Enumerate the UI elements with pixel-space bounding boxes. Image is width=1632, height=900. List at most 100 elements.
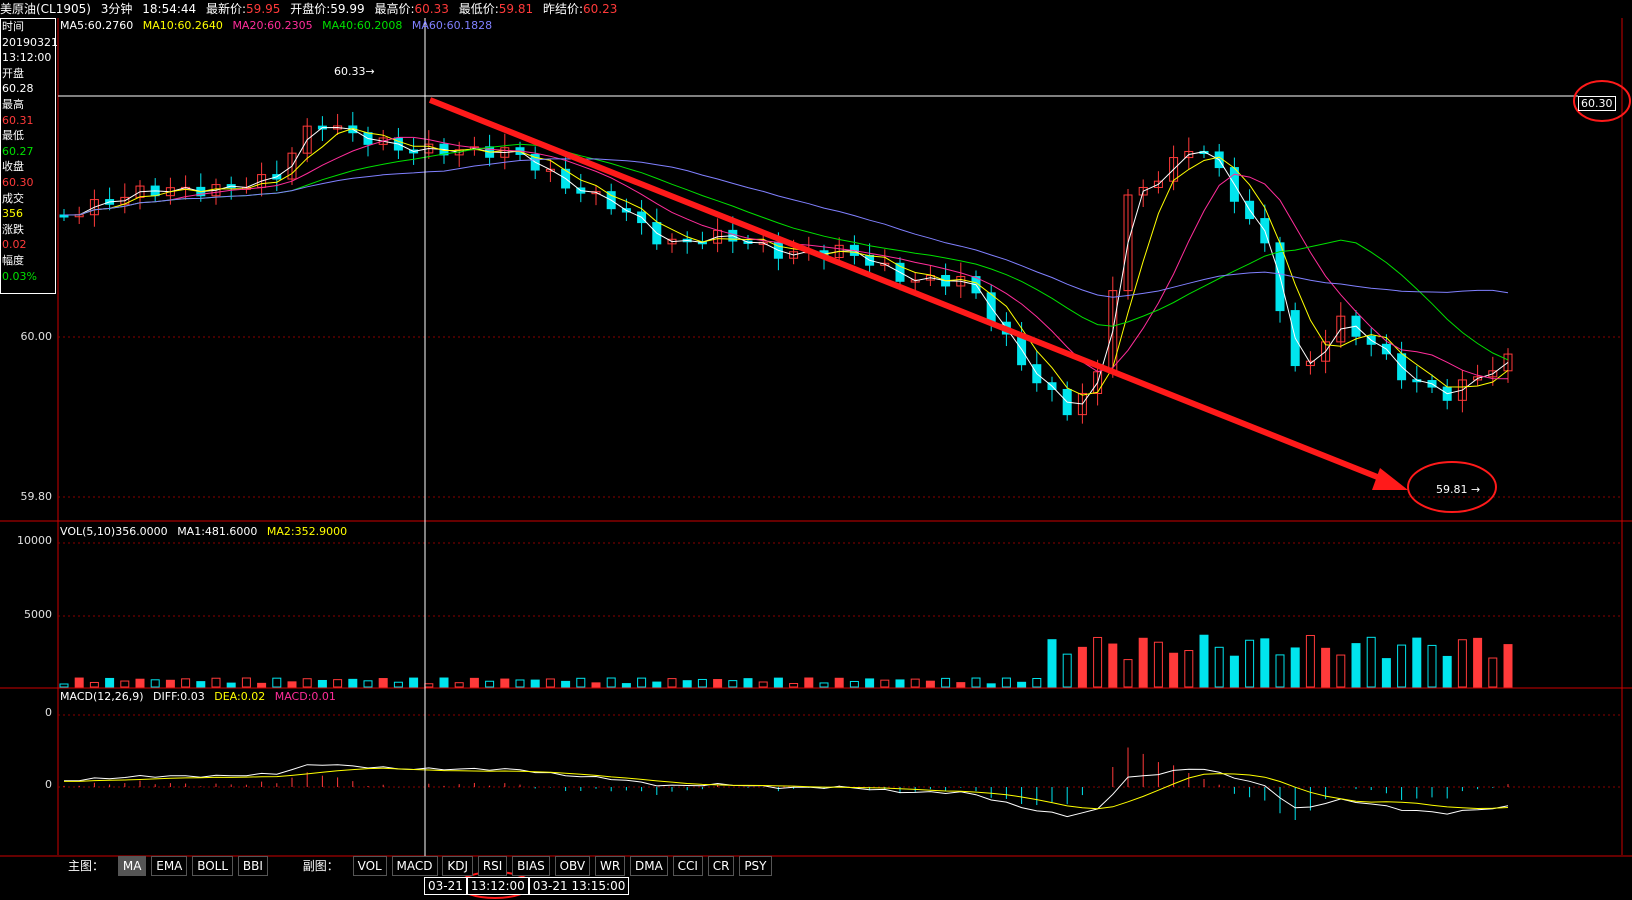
tab-psy[interactable]: PSY [739, 856, 772, 876]
chart-gridlines [58, 336, 1622, 788]
ma40-value: MA40:60.2008 [322, 19, 403, 32]
price-axis-label-59-8: 59.80 [20, 490, 53, 503]
volume-bar [454, 682, 464, 688]
volume-bar [1032, 678, 1042, 688]
volume-bar [1229, 655, 1239, 688]
volume-bar [105, 677, 115, 688]
info-volume: 356 [2, 207, 23, 221]
volume-bar [257, 682, 267, 688]
volume-legend: VOL(5,10)356.0000 MA1:481.6000 MA2:352.9… [60, 525, 353, 538]
tab-dma[interactable]: DMA [630, 856, 668, 876]
volume-bar [211, 677, 221, 688]
volume-bar [697, 678, 707, 688]
ma-legend: MA5:60.2760 MA10:60.2640 MA20:60.2305 MA… [60, 19, 498, 33]
tab-bias[interactable]: BIAS [512, 856, 550, 876]
volume-bar [910, 678, 920, 688]
volume-bar [317, 679, 327, 688]
ma60-value: MA60:60.1828 [411, 19, 493, 32]
ma10-value: MA10:60.2640 [142, 19, 223, 32]
cursor-time: 13:12:00 [466, 877, 529, 895]
volume-bar [1001, 677, 1011, 688]
volume-bar [439, 677, 449, 688]
info-open: 60.28 [2, 82, 34, 96]
tab-cr[interactable]: CR [707, 856, 735, 876]
volume-bar [1457, 639, 1467, 688]
right-arrow-icon: → [365, 65, 375, 78]
volume-bar [241, 677, 251, 688]
volume-bar [302, 678, 312, 688]
volume-bar [1077, 646, 1087, 688]
volume-bar [226, 682, 236, 688]
high-marker-value: 60.33 [334, 65, 366, 78]
dea-line [64, 767, 1509, 810]
volume-bar [1275, 654, 1285, 688]
volume-bar [637, 677, 647, 688]
volume-bar [1108, 643, 1118, 688]
macd-axis-top: 0 [45, 706, 52, 719]
volume-bar [1488, 657, 1498, 688]
volume-bar [1427, 644, 1437, 688]
volume-bars [59, 634, 1513, 688]
tab-ma[interactable]: MA [117, 856, 147, 876]
tab-cci[interactable]: CCI [672, 856, 703, 876]
volume-bar [1473, 637, 1483, 688]
volume-bar [713, 679, 723, 688]
tab-kdj[interactable]: KDJ [442, 856, 474, 876]
volume-bar [849, 680, 859, 688]
volume-bar [789, 683, 799, 688]
volume-bar [196, 681, 206, 688]
volume-bar [1351, 643, 1361, 688]
low-marker: 59.81 → [1436, 483, 1480, 496]
volume-bar [1214, 646, 1224, 688]
volume-bar [1381, 658, 1391, 688]
info-volume-label: 成交 [2, 191, 24, 205]
volume-bar [1138, 637, 1148, 688]
ma5-value: MA5:60.2760 [60, 19, 134, 32]
crosshair-price-label: 60.30 [1578, 96, 1616, 111]
volume-bar [59, 683, 69, 688]
volume-bar [1093, 636, 1103, 688]
volume-bar [1199, 634, 1209, 688]
volume-bar [1153, 641, 1163, 688]
volume-bar [621, 683, 631, 688]
time-cursor-bar: 03-21 13:12:00 03-21 13:15:00 [424, 877, 630, 895]
volume-bar [165, 679, 175, 688]
tab-macd[interactable]: MACD [391, 856, 438, 876]
right-arrow-icon: → [1471, 483, 1481, 496]
info-close-label: 收盘 [2, 160, 24, 174]
volume-bar [819, 682, 829, 688]
volume-bar [941, 677, 951, 688]
volume-bar [1503, 644, 1513, 688]
tab-bbi[interactable]: BBI [237, 856, 268, 876]
info-change: 0.02 [2, 238, 27, 252]
volume-bar [378, 678, 388, 688]
volume-bar [804, 677, 814, 688]
kline-chart[interactable] [0, 0, 1632, 900]
tab-boll[interactable]: BOLL [192, 856, 234, 876]
tab-rsi[interactable]: RSI [477, 856, 508, 876]
tab-vol[interactable]: VOL [352, 856, 387, 876]
main-chart-label: 主图： [68, 859, 105, 873]
volume-bar [272, 677, 282, 688]
tab-wr[interactable]: WR [594, 856, 626, 876]
volume-bar [469, 677, 479, 688]
macd-legend: MACD(12,26,9) DIFF:0.03 DEA:0.02 MACD:0.… [60, 690, 342, 703]
volume-bar [956, 682, 966, 688]
volume-bar [986, 683, 996, 688]
tab-obv[interactable]: OBV [554, 856, 591, 876]
volume-bar [1123, 659, 1133, 688]
volume-bar [181, 678, 191, 688]
volume-bar [576, 677, 586, 688]
volume-bar [865, 678, 875, 688]
tab-ema[interactable]: EMA [151, 856, 188, 876]
info-low-label: 最低 [2, 129, 24, 143]
volume-bar [120, 680, 130, 688]
trend-arrow-line [428, 97, 1392, 485]
volume-bar [363, 680, 373, 688]
volume-bar [333, 679, 343, 688]
info-open-label: 开盘 [2, 66, 24, 80]
volume-bar [1017, 681, 1027, 688]
volume-bar [1260, 638, 1270, 688]
volume-bar [1442, 655, 1452, 688]
volume-bar [1047, 639, 1057, 688]
